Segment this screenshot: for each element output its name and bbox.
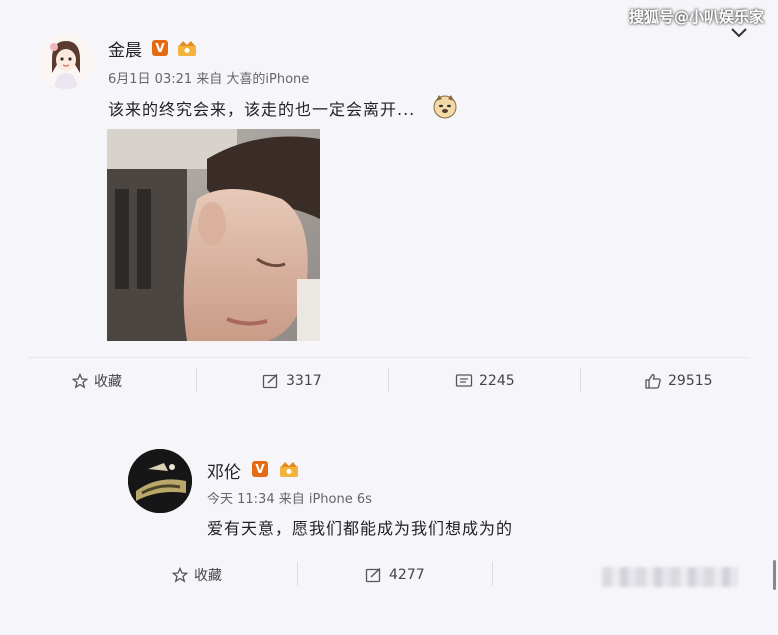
divider [28,357,750,358]
comment-icon [455,374,473,387]
repost-count: 3317 [286,373,322,389]
divider [196,368,197,392]
divider [580,368,581,392]
post-meta: 今天 11:34 来自 iPhone 6s [207,492,372,507]
username[interactable]: 邓伦 [207,458,241,483]
favorite-button[interactable]: 收藏 [172,560,222,590]
star-icon [172,567,188,583]
post-meta: 6月1日 03:21 来自 大喜的iPhone [108,72,310,87]
post-image[interactable] [107,129,320,341]
username[interactable]: 金晨 [108,36,142,61]
like-button[interactable]: 29515 [644,366,713,396]
repost-icon [365,567,381,583]
star-icon [72,373,88,389]
repost-button[interactable]: 4277 [365,560,425,590]
repost-count: 4277 [389,567,425,583]
favorite-label: 收藏 [94,374,122,390]
post-text: 该来的终究会来，该走的也一定会离开... [108,100,416,119]
repost-icon [262,373,278,389]
thumbs-up-icon [645,373,661,389]
post-text: 爱有天意，愿我们都能成为我们想成为的 [207,519,514,538]
favorite-button[interactable]: 收藏 [72,366,122,396]
divider [492,562,493,586]
divider [297,562,298,586]
blurred-content [602,567,738,587]
scrollbar[interactable] [773,560,776,590]
doge-emoji-icon [433,95,457,119]
post-card-1: 金晨 V 6月1日 03:21 来自 大喜的iPhone 该来的终究会来，该走的… [0,0,778,410]
favorite-label: 收藏 [194,568,222,584]
like-count: 29515 [668,373,713,389]
post-action-bar: 收藏 3317 2245 29515 [0,366,778,396]
vip-crown-icon [178,41,196,56]
avatar[interactable] [38,33,94,89]
comment-button[interactable]: 2245 [455,366,515,396]
verified-badge-icon: V [252,461,268,477]
verified-badge-icon: V [152,40,168,56]
avatar[interactable] [128,449,192,513]
repost-button[interactable]: 3317 [262,366,322,396]
divider [388,368,389,392]
comment-count: 2245 [479,373,515,389]
vip-crown-icon [280,462,298,477]
